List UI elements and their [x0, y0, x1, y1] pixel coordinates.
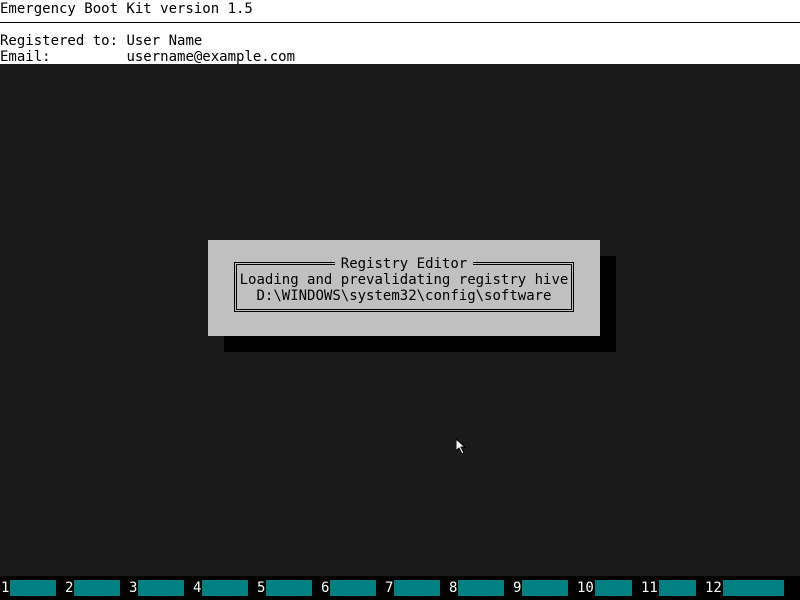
fkey-9[interactable]: 9: [512, 576, 576, 600]
registered-label: Registered to:: [0, 33, 119, 49]
registry-editor-dialog: Registry Editor Loading and prevalidatin…: [208, 240, 600, 336]
fkey-label: [74, 580, 120, 596]
fkey-number: 2: [64, 580, 75, 596]
function-key-bar: 1 2 3 4 5 6 7 8 9 10 11 12: [0, 576, 800, 600]
fkey-number: 9: [512, 580, 523, 596]
email-value: username@example.com: [126, 49, 296, 65]
fkey-10[interactable]: 10: [576, 576, 640, 600]
fkey-label: [594, 580, 632, 596]
fkey-label: [522, 580, 568, 596]
fkey-number: 11: [640, 580, 659, 596]
fkey-6[interactable]: 6: [320, 576, 384, 600]
fkey-label: [10, 580, 56, 596]
fkey-11[interactable]: 11: [640, 576, 704, 600]
mouse-pointer-icon: [455, 438, 467, 455]
email-line: Email: username@example.com: [0, 49, 295, 65]
fkey-label: [266, 580, 312, 596]
fkey-number: 4: [192, 580, 203, 596]
app-title: Emergency Boot Kit version 1.5: [0, 1, 253, 17]
registration-line: Registered to: User Name: [0, 33, 202, 49]
email-label: Email:: [0, 49, 51, 65]
fkey-number: 10: [576, 580, 595, 596]
header-divider: [0, 22, 800, 23]
fkey-number: 7: [384, 580, 395, 596]
fkey-2[interactable]: 2: [64, 576, 128, 600]
header-bar: Emergency Boot Kit version 1.5 Registere…: [0, 0, 800, 65]
fkey-3[interactable]: 3: [128, 576, 192, 600]
fkey-1[interactable]: 1: [0, 576, 64, 600]
fkey-number: 1: [0, 580, 11, 596]
fkey-4[interactable]: 4: [192, 576, 256, 600]
registered-value: User Name: [126, 33, 203, 49]
fkey-7[interactable]: 7: [384, 576, 448, 600]
fkey-8[interactable]: 8: [448, 576, 512, 600]
dialog-title-text: Registry Editor: [334, 256, 474, 272]
dialog-title: Registry Editor: [208, 256, 600, 272]
fkey-label: [394, 580, 440, 596]
dialog-message: Loading and prevalidating registry hive: [239, 272, 569, 288]
fkey-number: 12: [704, 580, 723, 596]
fkey-number: 8: [448, 580, 459, 596]
fkey-label: [458, 580, 504, 596]
fkey-number: 3: [128, 580, 139, 596]
fkey-number: 5: [256, 580, 267, 596]
fkey-label: [330, 580, 376, 596]
fkey-number: 6: [320, 580, 331, 596]
dialog-hive-path: D:\WINDOWS\system32\config\software: [256, 288, 552, 304]
fkey-label: [722, 580, 784, 596]
fkey-label: [138, 580, 184, 596]
fkey-5[interactable]: 5: [256, 576, 320, 600]
fkey-label: [658, 580, 696, 596]
fkey-label: [202, 580, 248, 596]
fkey-12[interactable]: 12: [704, 576, 784, 600]
